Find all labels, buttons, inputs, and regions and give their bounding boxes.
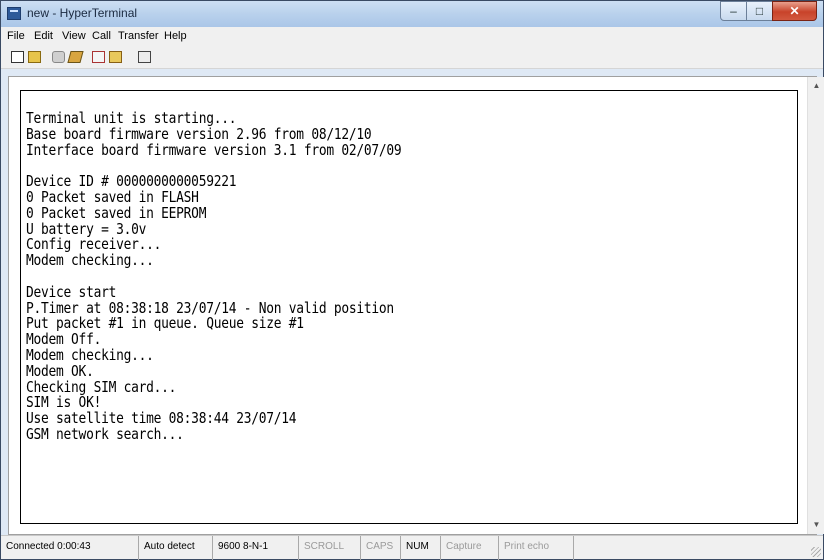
- menu-edit[interactable]: Edit: [34, 30, 53, 42]
- properties-icon[interactable]: [138, 51, 151, 63]
- close-button[interactable]: ✕: [772, 1, 817, 21]
- terminal-line: Modem checking...: [26, 251, 154, 270]
- status-scroll: SCROLL: [299, 536, 361, 560]
- status-caps: CAPS: [361, 536, 401, 560]
- minimize-button[interactable]: –: [720, 1, 747, 21]
- scroll-up-arrow-icon[interactable]: ▲: [809, 78, 824, 94]
- scroll-down-arrow-icon[interactable]: ▼: [809, 517, 824, 533]
- toolbar: [1, 46, 823, 69]
- terminal-output: Terminal unit is starting... Base board f…: [26, 110, 402, 443]
- menu-view[interactable]: View: [62, 30, 86, 42]
- menu-transfer[interactable]: Transfer: [118, 30, 159, 42]
- app-icon[interactable]: [7, 7, 21, 20]
- status-capture: Capture: [441, 536, 499, 560]
- receive-icon[interactable]: [109, 51, 122, 63]
- title-bar[interactable]: new - HyperTerminal – □ ✕: [1, 1, 823, 27]
- new-icon[interactable]: [11, 51, 24, 63]
- vertical-scrollbar[interactable]: ▲ ▼: [807, 77, 824, 534]
- phone-icon[interactable]: [52, 51, 65, 63]
- terminal-screen[interactable]: Terminal unit is starting... Base board f…: [20, 90, 798, 524]
- maximize-button[interactable]: □: [746, 1, 773, 21]
- window-title: new - HyperTerminal: [27, 6, 138, 20]
- menu-help[interactable]: Help: [164, 30, 187, 42]
- status-connected: Connected 0:00:43: [1, 536, 139, 560]
- send-icon[interactable]: [92, 51, 105, 63]
- hyperterminal-window: new - HyperTerminal – □ ✕ File Edit View…: [0, 0, 824, 560]
- disconnect-icon[interactable]: [67, 51, 84, 63]
- status-num: NUM: [401, 536, 441, 560]
- open-icon[interactable]: [28, 51, 41, 63]
- terminal-line: GSM network search...: [26, 424, 184, 443]
- status-print-echo: Print echo: [499, 536, 574, 560]
- menu-call[interactable]: Call: [92, 30, 111, 42]
- status-settings: 9600 8-N-1: [213, 536, 299, 560]
- terminal-line: Interface board firmware version 3.1 fro…: [26, 140, 402, 159]
- menu-bar: File Edit View Call Transfer Help: [1, 27, 823, 46]
- terminal-client-area[interactable]: Terminal unit is starting... Base board f…: [8, 76, 824, 535]
- status-detect: Auto detect: [139, 536, 213, 560]
- menu-file[interactable]: File: [7, 30, 25, 42]
- status-bar: Connected 0:00:43 Auto detect 9600 8-N-1…: [1, 535, 823, 560]
- resize-grip-icon[interactable]: [811, 547, 821, 557]
